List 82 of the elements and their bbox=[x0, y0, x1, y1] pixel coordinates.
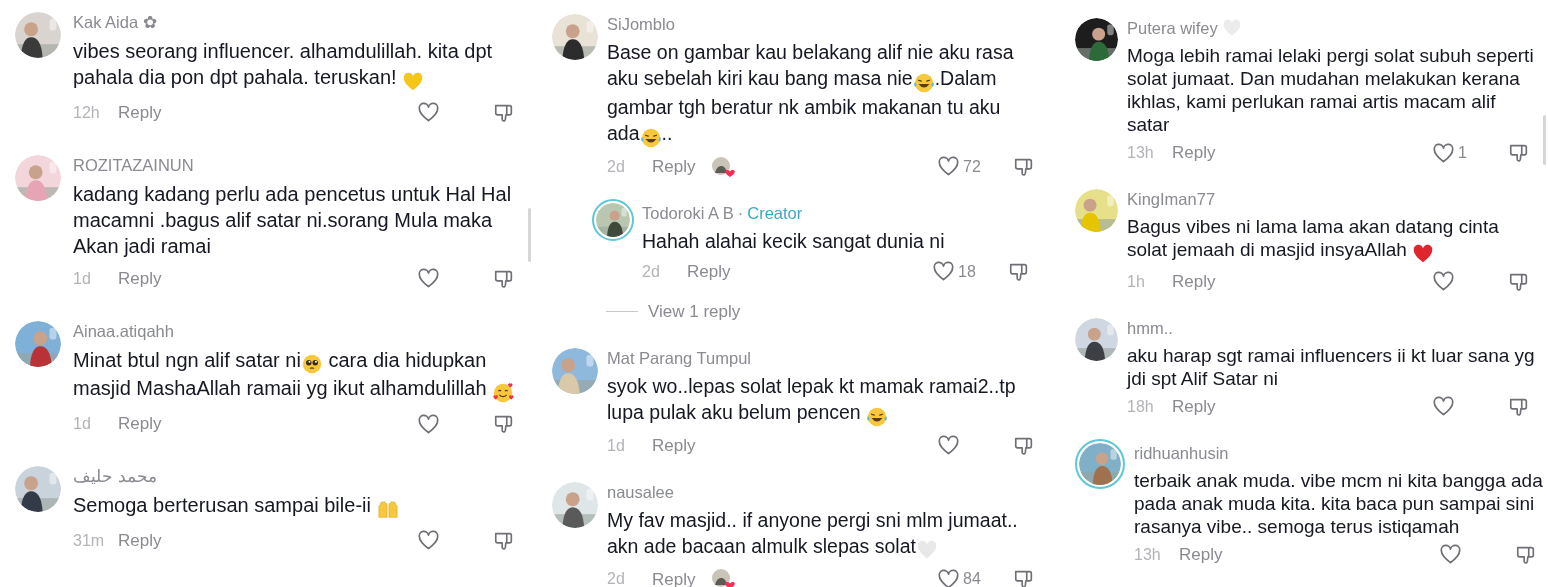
reply-button[interactable]: Reply bbox=[118, 265, 162, 292]
timestamp: 2d bbox=[607, 156, 626, 177]
raised-hands-emoji-icon bbox=[376, 498, 399, 521]
comment-text: Minat btul ngn alif satar ni cara dia hidupkan masjid MashaAllah ramaii yg ikut alhamdulillah bbox=[73, 346, 515, 405]
avatar-ring[interactable] bbox=[1075, 439, 1125, 489]
dislike-icon[interactable] bbox=[1013, 568, 1035, 587]
separator-dot: · bbox=[737, 202, 744, 223]
heart-icon[interactable] bbox=[417, 412, 440, 436]
heart-icon[interactable] bbox=[937, 567, 960, 587]
reply-button[interactable]: Reply bbox=[1172, 394, 1216, 420]
timestamp: 1d bbox=[607, 435, 626, 456]
timestamp: 1d bbox=[73, 268, 92, 289]
like-count: 72 bbox=[963, 156, 981, 177]
laughing-emoji-icon bbox=[639, 126, 662, 149]
heart-icon[interactable] bbox=[1432, 270, 1455, 294]
comment-text: Moga lebih ramai lelaki pergi solat subuh seperti solat jumaat. Dan mudahan melakukan kerana ikhlas, kami perlukan ramai artis macam alif satar bbox=[1127, 44, 1535, 136]
username[interactable]: KingIman77 bbox=[1127, 189, 1216, 209]
username[interactable]: ridhuanhusin bbox=[1134, 443, 1229, 463]
username[interactable]: Putera wifey bbox=[1127, 18, 1218, 38]
comment-text: Base on gambar kau belakang alif nie aku rasa aku sebelah kiri kau bang masa nie .Dalam gambar tgh beratur nk ambik makanan tu aku ada .. bbox=[607, 39, 1035, 149]
comment-text: vibes seorang influencer. alhamdulillah. kita dpt pahala dia pon dpt pahala. teruskan! bbox=[73, 38, 515, 93]
comment-text: kadang kadang perlu ada pencetus untuk Hal Hal macamni .bagus alif satar ni.sorang Mula maka Akan jadi ramai bbox=[73, 181, 513, 259]
comment-text: terbaik anak muda. vibe mcm ni kita bangga ada pada anak muda kita. kita baca pun sampai sini rasanya vibe.. semoga terus istiqamah bbox=[1134, 469, 1544, 538]
laughing-emoji-icon bbox=[912, 71, 935, 94]
reply-button[interactable]: Reply bbox=[652, 432, 696, 459]
creator-label: Creator bbox=[747, 202, 803, 223]
reply-button[interactable]: Reply bbox=[118, 99, 162, 126]
reply-button[interactable]: Reply bbox=[1179, 542, 1223, 568]
heart-icon[interactable] bbox=[417, 529, 440, 553]
username[interactable]: SiJomblo bbox=[607, 14, 675, 34]
username[interactable]: Ainaa.atiqahh bbox=[73, 320, 174, 341]
dislike-icon[interactable] bbox=[1508, 396, 1530, 418]
heart-icon[interactable] bbox=[1432, 141, 1455, 165]
reply-button[interactable]: Reply bbox=[652, 153, 696, 180]
timestamp: 18h bbox=[1127, 397, 1155, 417]
comment-text: Bagus vibes ni lama lama akan datang cinta solat jemaah di masjid insyaAllah bbox=[1127, 215, 1539, 265]
comment-text: syok wo..lepas solat lepak kt mamak ramai2..tp lupa pulak aku belum pencen bbox=[607, 372, 1035, 428]
avatar-ring[interactable] bbox=[592, 198, 634, 241]
reply-button[interactable]: Reply bbox=[118, 528, 162, 554]
username[interactable]: Todoroki A B bbox=[642, 202, 734, 223]
username[interactable]: hmm.. bbox=[1127, 318, 1173, 338]
comment-text: Hahah alahai kecik sangat dunia ni bbox=[642, 228, 946, 254]
comment-text: Semoga berterusan sampai bile-ii bbox=[73, 492, 515, 521]
heart-icon[interactable] bbox=[1432, 395, 1455, 419]
reply-button[interactable]: Reply bbox=[1172, 140, 1216, 166]
reply-button[interactable]: Reply bbox=[1172, 269, 1216, 295]
dislike-icon[interactable] bbox=[1508, 271, 1530, 293]
reply-button[interactable]: Reply bbox=[118, 411, 162, 437]
heart-icon[interactable] bbox=[937, 434, 960, 458]
comment-text: My fav masjid.. if anyone pergi sni mlm jumaat.. akn ade bacaan almulk slepas solat bbox=[607, 507, 1019, 561]
heart-icon[interactable] bbox=[932, 260, 955, 284]
heart-icon[interactable] bbox=[937, 155, 960, 179]
heart-icon[interactable] bbox=[1439, 543, 1462, 567]
heart-icon[interactable] bbox=[417, 267, 440, 291]
dislike-icon[interactable] bbox=[1508, 142, 1530, 164]
scrollbar bbox=[528, 208, 531, 262]
like-count: 84 bbox=[963, 569, 981, 587]
username[interactable]: Mat Parang Tumpul bbox=[607, 347, 751, 368]
timestamp: 1h bbox=[1127, 272, 1146, 292]
laughing-emoji-icon bbox=[866, 405, 889, 428]
dislike-icon[interactable] bbox=[1515, 544, 1537, 566]
dislike-icon[interactable] bbox=[493, 413, 515, 436]
username[interactable]: ROZITAZAINUN bbox=[73, 154, 194, 175]
username[interactable]: Kak Aida ✿ bbox=[73, 12, 157, 32]
heart-icon[interactable] bbox=[417, 101, 440, 125]
timestamp: 31m bbox=[73, 530, 106, 551]
comment-text: aku harap sgt ramai influencers ii kt luar sana yg jdi spt Alif Satar ni bbox=[1127, 344, 1536, 390]
timestamp: 2d bbox=[642, 261, 661, 282]
like-count: 1 bbox=[1458, 143, 1467, 163]
smiling-hearts-emoji-icon bbox=[492, 382, 515, 405]
timestamp: 13h bbox=[1134, 545, 1162, 565]
timestamp: 1d bbox=[73, 414, 92, 435]
username[interactable]: محمد حليف bbox=[73, 466, 157, 487]
timestamp: 2d bbox=[607, 569, 626, 587]
view-replies-button[interactable]: View 1 reply bbox=[648, 298, 741, 325]
scrollbar bbox=[1543, 115, 1546, 165]
timestamp: 13h bbox=[1127, 143, 1155, 163]
like-count: 18 bbox=[958, 261, 976, 282]
timestamp: 12h bbox=[73, 102, 101, 123]
reply-button[interactable]: Reply bbox=[687, 258, 731, 285]
pleading-emoji-icon bbox=[300, 353, 323, 376]
username[interactable]: nausalee bbox=[607, 481, 674, 502]
